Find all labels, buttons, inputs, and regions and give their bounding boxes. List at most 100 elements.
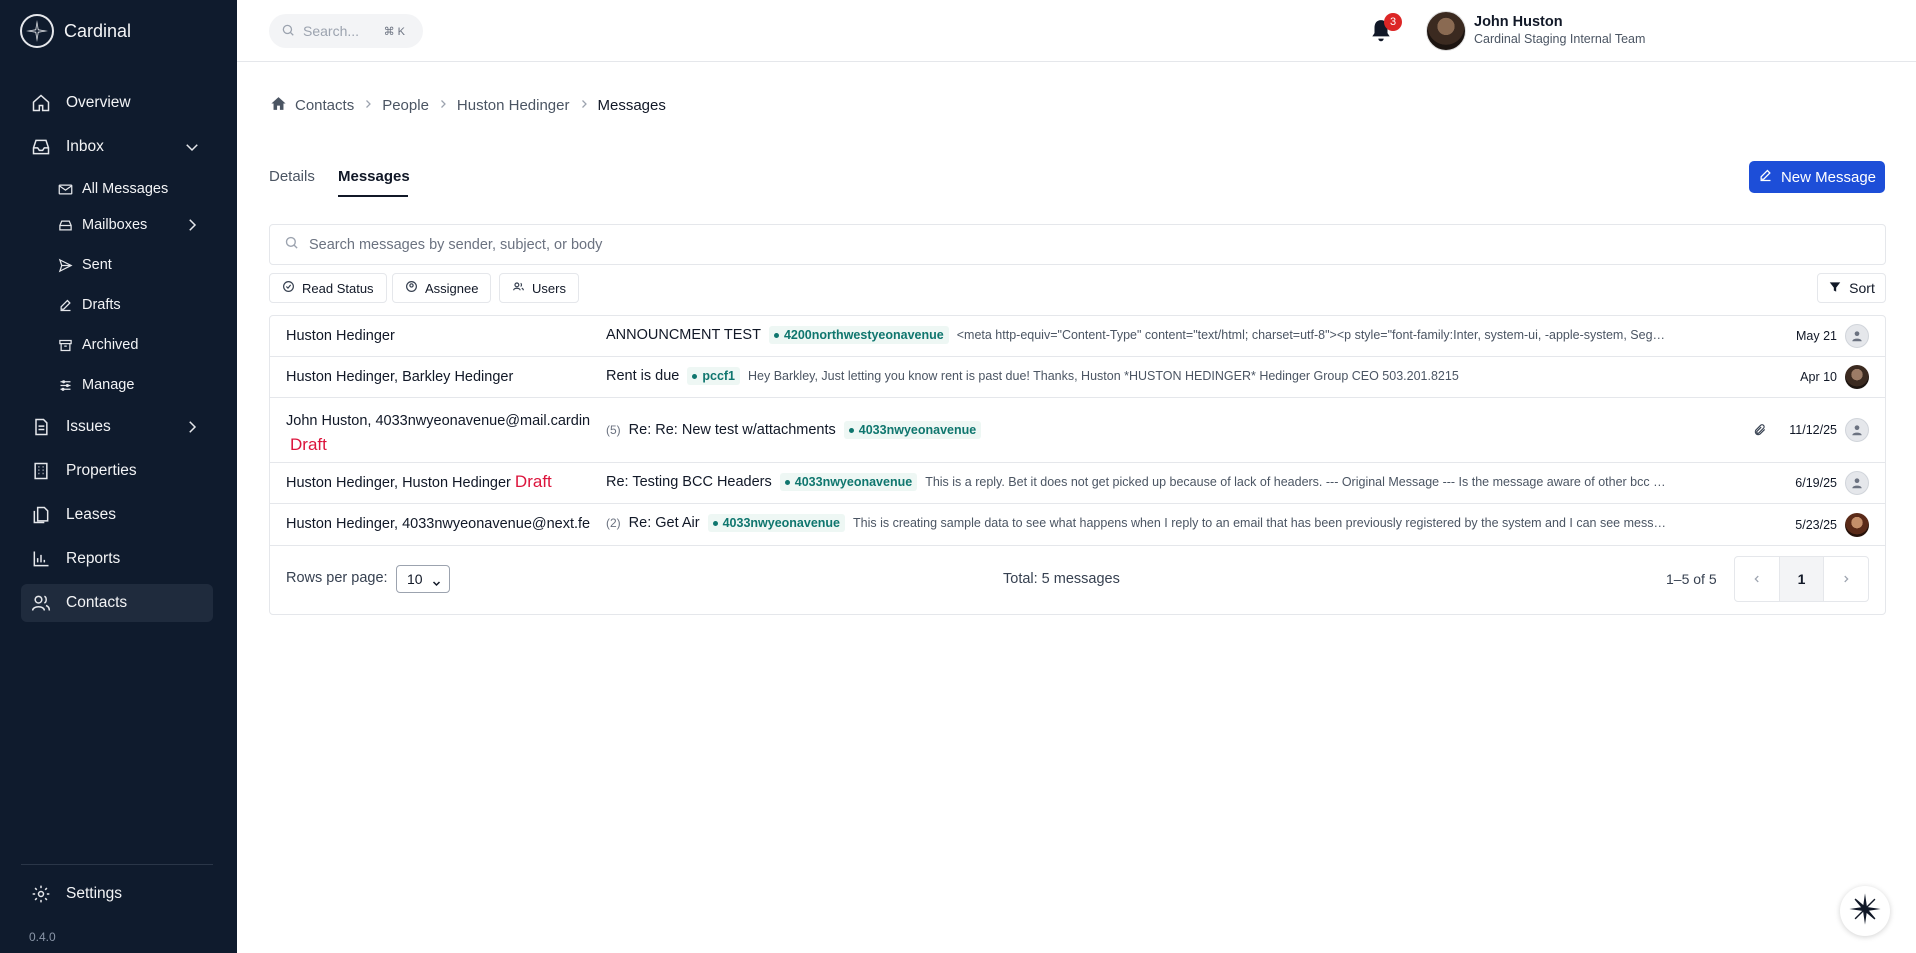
mailbox-tag-label: pccf1 xyxy=(702,369,736,383)
prev-page-button[interactable] xyxy=(1735,557,1780,601)
tag-dot xyxy=(848,427,854,433)
sidebar-subitem-drafts[interactable]: Drafts xyxy=(57,289,217,321)
filter-assignee[interactable]: Assignee xyxy=(392,273,492,303)
home-icon[interactable] xyxy=(270,95,287,116)
filter-users[interactable]: Users xyxy=(499,273,579,303)
breadcrumb-current: Messages xyxy=(597,97,666,114)
chevron-right-icon xyxy=(437,98,449,113)
filter-read-status[interactable]: Read Status xyxy=(269,273,387,303)
breadcrumb: Contacts People Huston Hedinger Messages xyxy=(270,95,666,116)
sidebar-item-properties[interactable]: Properties xyxy=(21,452,213,490)
compass-logo-icon xyxy=(20,14,54,48)
sidebar-subitem-archived[interactable]: Archived xyxy=(57,329,217,361)
filter-users-label: Users xyxy=(532,280,566,296)
message-from: John Huston, 4033nwyeonavenue@mail.cardi… xyxy=(286,410,590,458)
sliders-icon xyxy=(57,377,73,393)
tab-messages[interactable]: Messages xyxy=(338,168,410,185)
sidebar-subitem-label: Sent xyxy=(82,257,112,273)
table-row[interactable]: John Huston, 4033nwyeonavenue@mail.cardi… xyxy=(270,398,1885,463)
message-snippet: <meta http-equiv="Content-Type" content=… xyxy=(956,328,1666,342)
sidebar-item-label: Settings xyxy=(66,885,123,902)
chart-icon xyxy=(30,548,52,570)
edit-icon xyxy=(1758,168,1773,187)
table-row[interactable]: Huston Hedinger, 4033nwyeonavenue@next.f… xyxy=(270,504,1885,546)
sidebar-item-reports[interactable]: Reports xyxy=(21,540,213,578)
sidebar-item-leases[interactable]: Leases xyxy=(21,496,213,534)
message-search-input[interactable]: Search messages by sender, subject, or b… xyxy=(269,224,1886,265)
total-messages: Total: 5 messages xyxy=(1003,571,1120,587)
assistant-compass-button[interactable] xyxy=(1840,886,1890,936)
tag-dot xyxy=(784,479,790,485)
sidebar-item-label: Inbox xyxy=(66,138,104,155)
table-row[interactable]: Huston Hedinger ANNOUNCMENT TEST 4200nor… xyxy=(270,316,1885,357)
notification-badge: 3 xyxy=(1384,13,1402,31)
new-message-label: New Message xyxy=(1780,168,1877,186)
breadcrumb-person[interactable]: Huston Hedinger xyxy=(457,97,570,114)
breadcrumb-people[interactable]: People xyxy=(382,97,429,114)
page-button[interactable]: 1 xyxy=(1779,557,1825,601)
user-name[interactable]: John Huston xyxy=(1474,14,1563,30)
message-from-text: Huston Hedinger, 4033nwyeonavenue@next.f… xyxy=(286,516,590,532)
breadcrumb-contacts[interactable]: Contacts xyxy=(295,97,354,114)
document-icon xyxy=(30,504,52,526)
message-subject: Rent is due xyxy=(606,368,680,384)
sidebar-item-label: Overview xyxy=(66,94,131,111)
sidebar-subitem-mailboxes[interactable]: Mailboxes xyxy=(57,209,217,241)
chevron-right-icon[interactable] xyxy=(183,418,201,436)
global-search-placeholder: Search... xyxy=(303,23,360,39)
rows-per-page-value: 10 xyxy=(407,571,423,587)
sidebar-subitem-all-messages[interactable]: All Messages xyxy=(57,173,217,205)
mailbox-tag: pccf1 xyxy=(687,367,741,385)
next-page-button[interactable] xyxy=(1824,557,1868,601)
sidebar-item-settings[interactable]: Settings xyxy=(21,875,213,913)
sidebar-subitem-label: Drafts xyxy=(82,297,121,313)
rows-per-page-select[interactable]: 10 xyxy=(396,565,450,593)
sidebar-subitem-manage[interactable]: Manage xyxy=(57,369,217,401)
avatar xyxy=(1845,513,1869,537)
message-subject-cell: ANNOUNCMENT TEST 4200northwestyeonavenue… xyxy=(606,326,1666,344)
message-search-placeholder: Search messages by sender, subject, or b… xyxy=(309,236,603,253)
new-message-button[interactable]: New Message xyxy=(1749,161,1885,193)
message-snippet: This is creating sample data to see what… xyxy=(853,516,1666,530)
chevron-right-icon[interactable] xyxy=(183,216,201,234)
mailbox-tag: 4033nwyeonavenue xyxy=(843,421,982,439)
sidebar-subitem-label: Mailboxes xyxy=(82,217,148,233)
message-from-text: Huston Hedinger xyxy=(286,328,395,344)
message-subject-cell: Rent is due pccf1 Hey Barkley, Just lett… xyxy=(606,367,1666,385)
message-from: Huston Hedinger xyxy=(286,328,590,344)
tab-details[interactable]: Details xyxy=(269,168,315,185)
compass-icon xyxy=(1848,892,1882,931)
sidebar-subitem-sent[interactable]: Sent xyxy=(57,249,217,281)
table-row[interactable]: Huston Hedinger, Huston Hedinger Draft R… xyxy=(270,463,1885,504)
mail-icon xyxy=(57,181,73,197)
message-date: Apr 10 xyxy=(1800,370,1837,384)
inbox-icon xyxy=(30,136,52,158)
thread-count: (5) xyxy=(606,423,621,437)
sidebar-subitem-label: Manage xyxy=(82,377,135,393)
send-icon xyxy=(57,257,73,273)
sort-button[interactable]: Sort xyxy=(1817,273,1886,303)
mailbox-tag-label: 4033nwyeonavenue xyxy=(722,516,841,530)
message-subject-cell: (2) Re: Get Air 4033nwyeonavenue This is… xyxy=(606,514,1666,532)
sidebar-item-inbox[interactable]: Inbox xyxy=(21,128,213,166)
sidebar-item-issues[interactable]: Issues xyxy=(21,408,213,446)
sidebar-item-contacts[interactable]: Contacts xyxy=(21,584,213,622)
sidebar-item-overview[interactable]: Overview xyxy=(21,84,213,122)
mailbox-tag: 4033nwyeonavenue xyxy=(779,473,918,491)
avatar xyxy=(1845,365,1869,389)
message-from-text: John Huston, 4033nwyeonavenue@mail.cardi… xyxy=(286,413,590,429)
tab-active-indicator xyxy=(338,195,408,197)
avatar xyxy=(1845,471,1869,495)
chevron-right-icon xyxy=(578,98,590,113)
filter-read-status-label: Read Status xyxy=(302,280,374,296)
pagination-range: 1–5 of 5 xyxy=(1666,571,1717,587)
avatar[interactable] xyxy=(1426,11,1466,51)
mailbox-tag: 4200northwestyeonavenue xyxy=(768,326,949,344)
sort-label: Sort xyxy=(1849,280,1875,296)
message-date: 11/12/25 xyxy=(1789,423,1837,437)
brand[interactable]: Cardinal xyxy=(20,14,131,48)
table-row[interactable]: Huston Hedinger, Barkley Hedinger Rent i… xyxy=(270,357,1885,398)
global-search[interactable]: Search... ⌘ K xyxy=(269,14,423,48)
chevron-down-icon[interactable] xyxy=(183,138,201,156)
draft-label: Draft xyxy=(290,435,327,454)
